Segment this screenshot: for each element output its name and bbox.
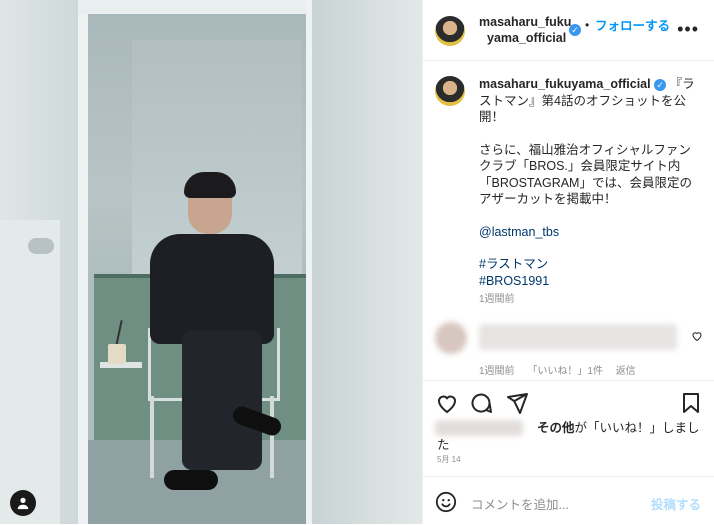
photo-chair-leg xyxy=(270,396,274,478)
comment-reply-button[interactable]: 返信 xyxy=(616,366,636,377)
post-caption: masaharu_fukuyama_official ✓ 『ラストマン』第4話の… xyxy=(423,60,714,310)
photo-wall-right xyxy=(312,0,422,524)
photo-person-legs xyxy=(182,330,262,470)
photo-door xyxy=(0,220,60,524)
post-date: 5月 14 xyxy=(437,455,461,464)
header-username-cont[interactable]: yama_official xyxy=(487,31,566,45)
comment-text-blurred xyxy=(479,324,677,350)
post-header: masaharu_fuku yama_official ✓ • フォローする •… xyxy=(423,0,714,61)
comment-input[interactable]: コメントを追加... xyxy=(471,494,569,513)
post-side-panel: masaharu_fuku yama_official ✓ • フォローする •… xyxy=(422,0,714,524)
post-actions xyxy=(423,380,714,421)
add-comment-bar: コメントを追加... 投稿する xyxy=(423,476,714,525)
photo-frame-left xyxy=(78,0,88,524)
likes-text[interactable]: その他が「いいね！」しました xyxy=(437,420,707,454)
photo-cup xyxy=(108,344,126,364)
follow-button[interactable]: フォローする xyxy=(595,15,670,34)
heart-icon[interactable] xyxy=(435,391,459,415)
photo-person-hair xyxy=(184,172,236,198)
comment-timestamp: 1週間前 xyxy=(479,366,515,377)
comment-item: 1週間前 「いいね！」1件 返信 xyxy=(423,318,714,378)
profile-avatar[interactable] xyxy=(435,16,465,46)
comment-like-heart-icon[interactable] xyxy=(691,330,703,342)
hashtag-link[interactable]: #ラストマン xyxy=(479,256,697,273)
photo-shoe xyxy=(164,470,218,490)
comment-avatar-blurred xyxy=(435,322,467,354)
verified-badge-icon: ✓ xyxy=(654,78,667,91)
photo-door-knob xyxy=(28,238,54,254)
comment-meta: 1週間前 「いいね！」1件 返信 xyxy=(479,362,646,377)
comment-likes-count[interactable]: 「いいね！」1件 xyxy=(527,366,603,377)
bookmark-icon[interactable] xyxy=(679,391,703,415)
photo-chair-leg xyxy=(150,396,154,478)
likes-summary: その他が「いいね！」しました 5月 14 xyxy=(423,420,714,464)
person-icon xyxy=(17,497,29,510)
emoji-icon[interactable] xyxy=(435,491,457,513)
mention-link[interactable]: @lastman_tbs xyxy=(479,224,697,241)
verified-badge-icon: ✓ xyxy=(569,24,581,36)
photo-frame-top xyxy=(78,0,318,14)
caption-username[interactable]: masaharu_fukuyama_official xyxy=(479,77,651,91)
caption-paragraph: さらに、福山雅治オフィシャルファンクラブ「BROS.」会員限定サイト内「BROS… xyxy=(479,142,692,207)
comment-icon[interactable] xyxy=(469,391,493,415)
likes-others[interactable]: その他 xyxy=(537,421,575,435)
more-options-icon[interactable]: ••• xyxy=(677,20,699,38)
share-icon[interactable] xyxy=(505,391,529,415)
header-username[interactable]: masaharu_fuku xyxy=(479,14,579,30)
post-photo[interactable] xyxy=(0,0,422,524)
header-separator: • xyxy=(585,18,590,32)
hashtag-link[interactable]: #BROS1991 xyxy=(479,273,697,290)
caption-avatar[interactable] xyxy=(435,76,465,106)
post-comment-button[interactable]: 投稿する xyxy=(651,494,701,513)
caption-text: masaharu_fukuyama_official ✓ 『ラストマン』第4話の… xyxy=(479,76,697,305)
user-tag-icon[interactable] xyxy=(10,490,36,516)
caption-timestamp: 1週間前 xyxy=(479,294,515,305)
photo-person-body xyxy=(150,234,274,344)
